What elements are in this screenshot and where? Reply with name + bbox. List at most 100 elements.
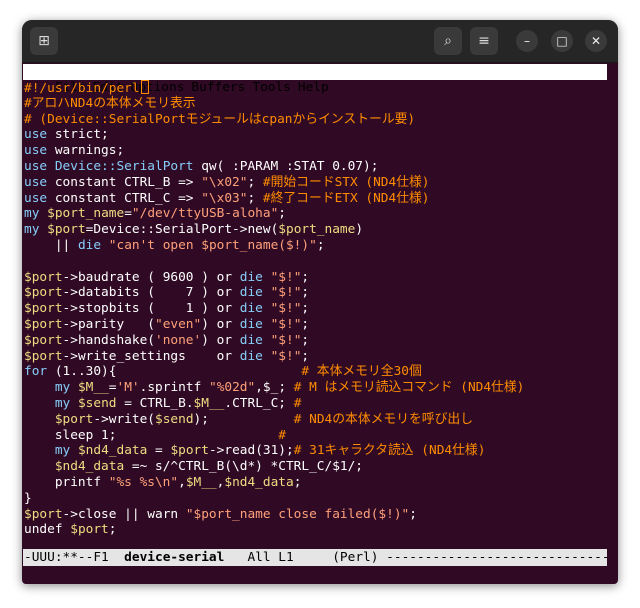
code-token: ,$_; — [255, 380, 294, 396]
code-token: use — [24, 143, 48, 159]
code-token: die — [239, 316, 263, 332]
code-token: use — [24, 190, 48, 206]
code-token: ; — [301, 269, 310, 285]
title-bar: ⊞ ⌕ ≡ – □ ✕ — [22, 20, 618, 63]
code-token: "\x02" — [201, 174, 248, 190]
maximize-icon[interactable]: □ — [551, 30, 573, 52]
minimize-icon[interactable]: – — [516, 30, 538, 52]
code-line: $port->databits ( 7 ) or die "$!"; — [24, 285, 614, 301]
code-token: use — [24, 127, 48, 143]
code-token: # (Device::SerialPortモジュールはcpanからインストール要… — [24, 111, 416, 127]
code-token: # — [278, 427, 286, 443]
code-token: ; — [301, 285, 310, 301]
code-token: #アロハND4の本体メモリ表示 — [24, 95, 196, 111]
code-line: use constant CTRL_B => "\x02"; #開始コードSTX… — [24, 175, 614, 191]
code-token: "\x03" — [201, 190, 248, 206]
code-token: ; — [247, 190, 263, 206]
emacs-menu-bar: File Edit Options Buffers Tools Help — [23, 64, 607, 95]
code-line: #!/usr/bin/perl — [24, 80, 614, 96]
code-token: for — [24, 364, 48, 380]
code-line: for (1..30){ # 本体メモリ全30個 — [24, 364, 614, 380]
code-token: # M はメモリ読込コマンド (ND4仕様) — [293, 380, 525, 396]
code-line: use constant CTRL_C => "\x03"; #終了コードETX… — [24, 191, 614, 207]
code-token: ; — [409, 506, 417, 522]
code-token: ) or — [201, 316, 240, 332]
close-icon[interactable]: ✕ — [585, 30, 607, 52]
code-line: $port->parity ("even") or die "$!"; — [24, 317, 614, 333]
code-token: $port_name — [278, 222, 356, 238]
code-token: "$!" — [270, 348, 302, 364]
code-token: =~ s/^CTRL_B(\d*) *CTRL_C/$1/; — [124, 459, 364, 475]
code-token: =Device::SerialPort->new( — [85, 222, 279, 238]
code-token: ; — [108, 522, 117, 538]
code-line: my $port_name="/dev/ttyUSB-aloha"; — [24, 206, 614, 222]
code-token: $nd4_data — [54, 459, 125, 475]
code-token: || — [24, 237, 78, 253]
code-token: .CTRL_C; — [224, 395, 294, 411]
code-token: "$!" — [270, 301, 302, 317]
code-token: die — [77, 237, 102, 253]
code-token: $port — [24, 332, 63, 348]
code-token: constant CTRL_C => — [47, 190, 202, 206]
code-token: my — [54, 380, 71, 396]
code-token: $port — [24, 269, 63, 285]
code-token: $port — [70, 522, 109, 538]
code-token: 'none' — [154, 332, 202, 348]
code-token: die — [239, 348, 263, 364]
code-token: $port — [24, 316, 63, 332]
code-token: # — [293, 395, 302, 411]
code-token: ); — [193, 411, 294, 427]
code-line: $port->baudrate ( 9600 ) or die "$!"; — [24, 270, 614, 286]
code-token: "$!" — [270, 269, 302, 285]
modeline-status: -UUU:**--F1 — [24, 550, 125, 565]
code-token: "$port_name close failed($!)" — [185, 506, 410, 522]
code-token: # 本体メモリ全30個 — [301, 364, 422, 380]
code-token: # 31キャラクタ読込 (ND4仕様) — [293, 443, 486, 459]
code-token: $port — [24, 285, 63, 301]
code-line: my $M__='M'.sprintf "%02d",$_; # M はメモリ読… — [24, 380, 614, 396]
code-token: #開始コードSTX (ND4仕様) — [262, 174, 430, 190]
code-line: use warnings; — [24, 143, 614, 159]
code-editor[interactable]: #!/usr/bin/perl #アロハND4の本体メモリ表示 # (Device:… — [24, 80, 614, 548]
code-line: use strict; — [24, 127, 614, 143]
code-token: #!/usr/bin/perl — [24, 81, 140, 96]
code-token: $M__ — [77, 380, 109, 396]
code-token: ->baudrate ( 9600 ) or — [62, 269, 240, 285]
code-line: $port->write($send); # ND4の本体メモリを呼び出し — [24, 412, 614, 428]
code-line: $port->close || warn "$port_name close f… — [24, 507, 614, 523]
code-token: = — [108, 380, 117, 396]
code-token: = — [124, 206, 132, 222]
code-token: use — [24, 158, 48, 174]
code-token: "%s %s\n" — [108, 474, 179, 490]
code-token: "/dev/ttyUSB-aloha" — [131, 206, 279, 222]
terminal-window: ⊞ ⌕ ≡ – □ ✕ File Edit Options Buffers Tools H… — [22, 20, 618, 584]
code-token: ; — [278, 206, 287, 222]
code-token: my — [24, 206, 40, 222]
code-token: .sprintf — [139, 380, 209, 396]
hamburger-menu-icon[interactable]: ≡ — [470, 27, 498, 55]
code-token: my — [54, 395, 71, 411]
code-line: $port->write_settings or die "$!"; — [24, 349, 614, 365]
code-token: constant CTRL_B => — [47, 174, 202, 190]
search-icon[interactable]: ⌕ — [434, 27, 462, 55]
code-token: $nd4_data — [77, 443, 148, 459]
code-token: ->close || warn — [62, 506, 186, 522]
code-token: "even" — [154, 316, 202, 332]
code-line: my $send = CTRL_B.$M__.CTRL_C; # — [24, 396, 614, 412]
code-token: ; — [301, 301, 310, 317]
code-line: # (Device::SerialPortモジュールはcpanからインストール要… — [24, 112, 614, 128]
new-tab-icon[interactable]: ⊞ — [30, 27, 58, 55]
